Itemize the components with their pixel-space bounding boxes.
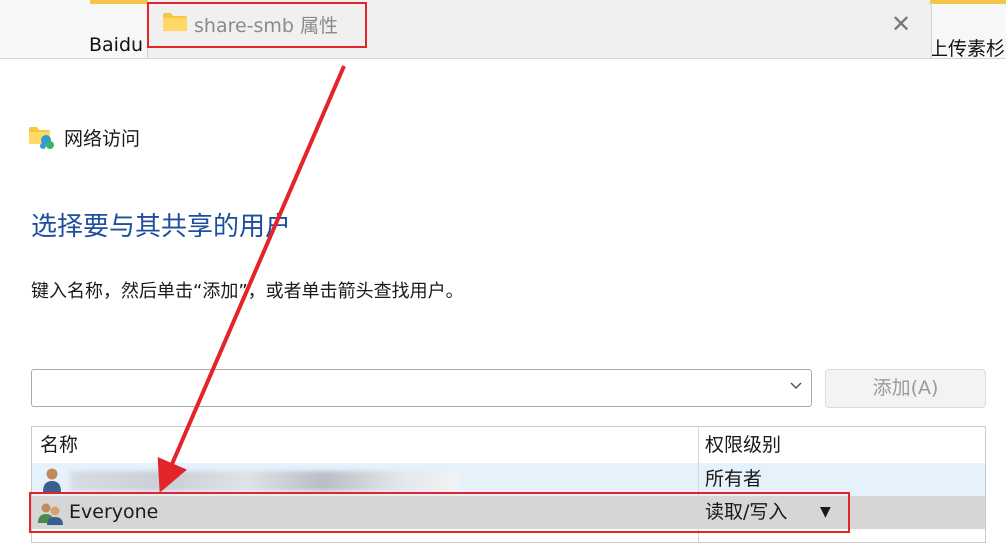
page-heading: 选择要与其共享的用户 bbox=[31, 212, 292, 242]
dropdown-arrow-icon[interactable]: ▼ bbox=[820, 496, 831, 529]
background-text-left: Baidu bbox=[89, 34, 144, 56]
user-name-combobox[interactable] bbox=[31, 369, 812, 407]
column-header-permission[interactable]: 权限级别 bbox=[705, 427, 781, 463]
permission-dropdown[interactable]: 读取/写入 ▼ bbox=[705, 496, 831, 529]
permission-level: 读取/写入 bbox=[705, 501, 788, 523]
network-share-icon bbox=[28, 126, 56, 154]
chevron-down-icon[interactable] bbox=[789, 378, 803, 392]
column-divider bbox=[698, 427, 699, 542]
group-users-icon bbox=[37, 501, 65, 529]
background-tab-stripe bbox=[930, 0, 1006, 4]
instruction-text: 键入名称，然后单击“添加”，或者单击箭头查找用户。 bbox=[31, 281, 464, 302]
add-button[interactable]: 添加(A) bbox=[825, 369, 986, 408]
permission-level: 所有者 bbox=[705, 468, 763, 490]
user-name: Everyone bbox=[69, 501, 159, 523]
user-permissions-table: 名称 权限级别 所有者 Everyone 读取/写入 ▼ bbox=[31, 426, 986, 543]
dialog-title: share-smb 属性 bbox=[194, 15, 339, 37]
dialog-titlebar: share-smb 属性 ✕ bbox=[147, 0, 932, 58]
table-row[interactable]: 所有者 bbox=[32, 463, 985, 496]
folder-icon bbox=[162, 12, 188, 36]
nav-title: 网络访问 bbox=[64, 128, 141, 150]
column-header-name[interactable]: 名称 bbox=[40, 427, 78, 463]
background-tab-stripe bbox=[90, 0, 148, 4]
close-button[interactable]: ✕ bbox=[886, 10, 916, 38]
background-text-right: 上传素杉 bbox=[929, 38, 1006, 60]
user-icon bbox=[41, 467, 63, 497]
close-icon: ✕ bbox=[890, 10, 912, 38]
redacted-user-name bbox=[70, 471, 460, 491]
table-row[interactable]: Everyone 读取/写入 ▼ bbox=[32, 496, 985, 529]
